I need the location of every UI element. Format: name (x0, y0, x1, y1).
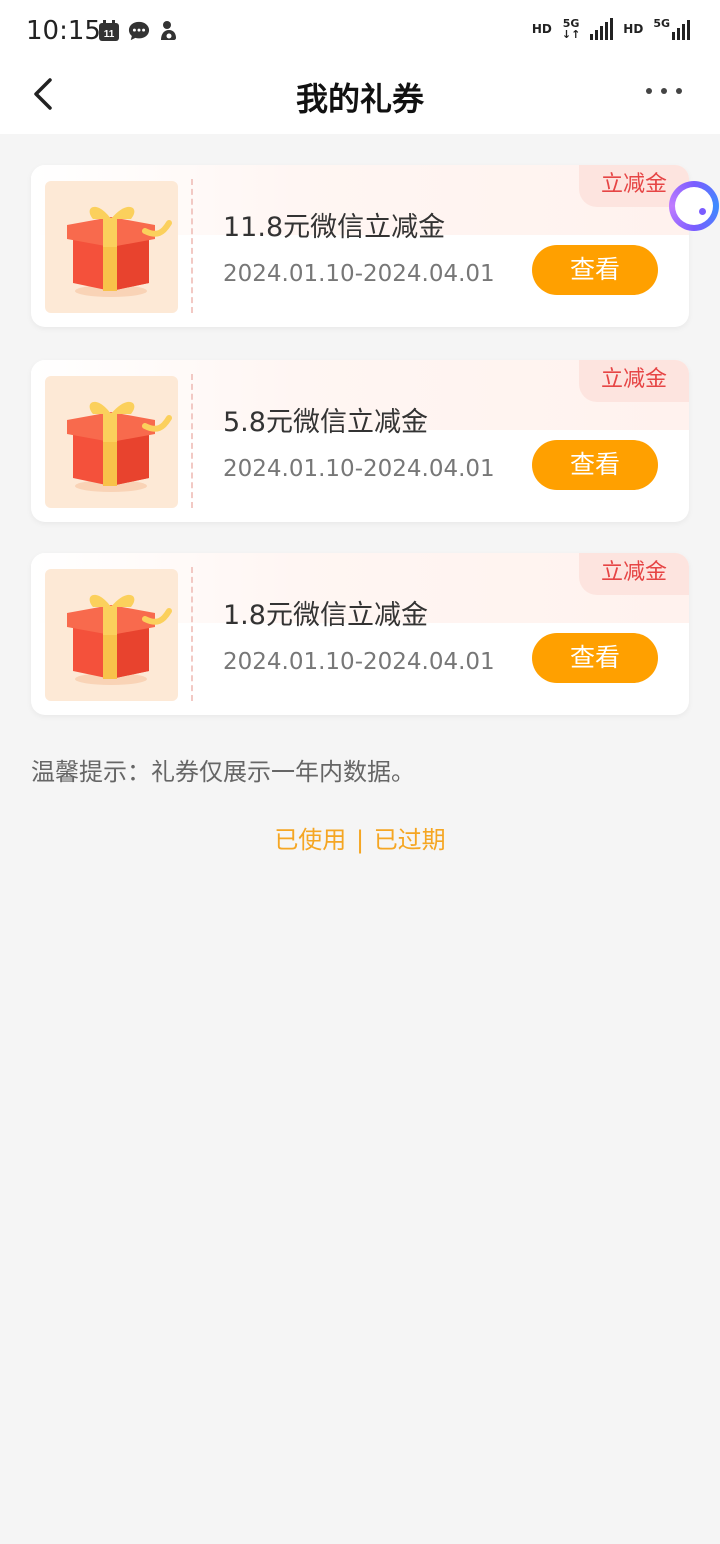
card-divider (191, 567, 193, 701)
expired-coupons-link[interactable]: 已过期 (374, 826, 446, 854)
signal-icon (590, 18, 614, 40)
5g-data-icon: 5G ↓↑ (561, 17, 581, 41)
card-divider (191, 179, 193, 313)
coupon-validity-date: 2024.01.10-2024.04.01 (223, 261, 495, 287)
gift-box-icon (45, 569, 178, 701)
coupon-title: 5.8元微信立减金 (223, 407, 428, 438)
message-icon (128, 20, 150, 42)
status-network-icons: HD 5G ↓↑ HD 5G (532, 18, 690, 40)
gift-box-icon (45, 376, 178, 508)
more-options-button[interactable] (646, 88, 682, 94)
status-bar: 10:15 11 HD 5G ↓↑ HD 5G (0, 0, 720, 62)
view-coupon-button[interactable]: 查看 (532, 633, 658, 683)
dot-icon (676, 88, 682, 94)
status-notification-icons: 11 (98, 20, 180, 42)
navigation-bar: 我的礼券 (0, 62, 720, 134)
coupon-type-tag: 立减金 (579, 360, 689, 402)
hd-icon: HD (531, 22, 552, 36)
coupon-card: 立减金 1.8元微信立减金 2024.01.10-2024.04.01 查看 (31, 553, 689, 715)
status-time: 10:15 (26, 16, 101, 46)
hd-icon-2: HD (623, 22, 644, 36)
dot-icon (661, 88, 667, 94)
floating-assistant-icon[interactable] (669, 181, 719, 231)
coupon-card: 立减金 5.8元微信立减金 2024.01.10-2024.04.01 查看 (31, 360, 689, 522)
card-divider (191, 374, 193, 508)
coupon-validity-date: 2024.01.10-2024.04.01 (223, 456, 495, 482)
coupon-title: 11.8元微信立减金 (223, 212, 446, 243)
history-links: 已使用 | 已过期 (0, 820, 720, 855)
coupon-validity-date: 2024.01.10-2024.04.01 (223, 649, 495, 675)
coupon-title: 1.8元微信立减金 (223, 600, 428, 631)
5g-signal-icon: 5G (653, 18, 690, 40)
coupon-type-tag: 立减金 (579, 553, 689, 595)
view-coupon-button[interactable]: 查看 (532, 440, 658, 490)
calendar-icon: 11 (98, 20, 120, 42)
app-mascot-icon (158, 20, 180, 42)
coupon-card: 立减金 11.8元微信立减金 2024.01.10-2024.04.01 查看 (31, 165, 689, 327)
dot-icon (646, 88, 652, 94)
link-separator: | (355, 826, 365, 854)
view-coupon-button[interactable]: 查看 (532, 245, 658, 295)
svg-text:11: 11 (104, 29, 115, 40)
page-title: 我的礼券 (295, 80, 424, 118)
tip-text: 温馨提示：礼券仅展示一年内数据。 (31, 758, 415, 786)
gift-box-icon (45, 181, 178, 313)
used-coupons-link[interactable]: 已使用 (274, 826, 346, 854)
